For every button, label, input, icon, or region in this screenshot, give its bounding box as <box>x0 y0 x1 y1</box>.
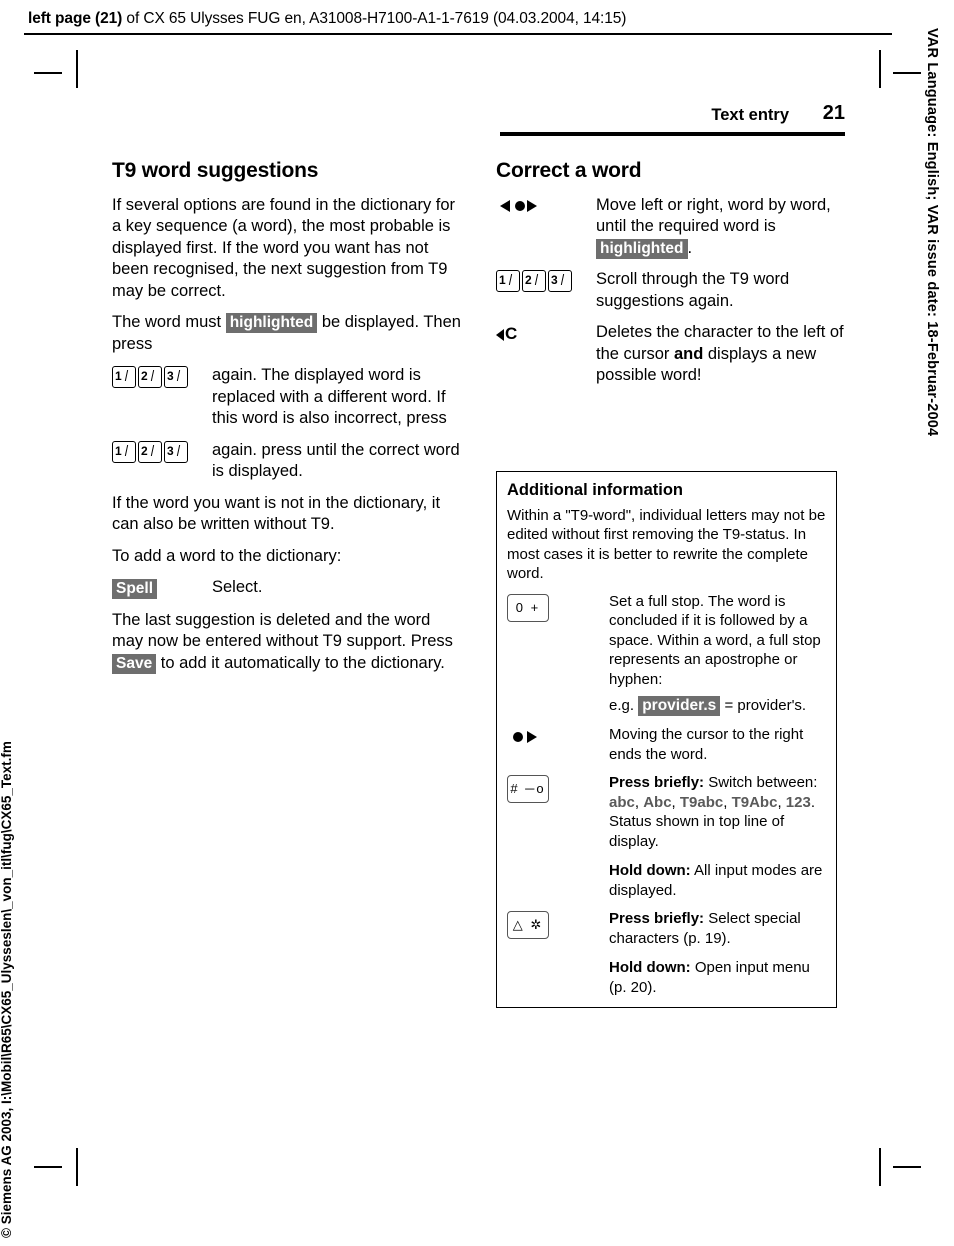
rocker-left-right-icon <box>496 195 596 218</box>
infobox-title: Additional information <box>507 481 683 499</box>
left-key-row-1: 123 again. The displayed word is replace… <box>112 365 462 430</box>
chapter-title: Text entry <box>711 106 789 124</box>
crop-mark-bottom-left-h <box>34 1166 62 1168</box>
keys-123-icon: 123 <box>496 269 596 292</box>
right-key-row-3: C Deletes the character to the left of t… <box>496 322 846 387</box>
infobox-row4-text: Press briefly: Select special characters… <box>609 909 826 997</box>
left-key-row-1-text: again. The displayed word is replaced wi… <box>212 366 447 427</box>
right-key-row-3-text: Deletes the character to the left of the… <box>596 322 846 387</box>
left-key-row-2-text: again. press until the correct word is d… <box>212 440 460 481</box>
example-prefix: e.g. <box>609 697 639 714</box>
crop-mark-bottom-right <box>879 1148 881 1186</box>
header-rule <box>24 33 892 35</box>
right-row1-text-a: Move left or right, word by word, until … <box>596 195 831 236</box>
infobox-row-zero-text: Set a full stop. The word is concluded i… <box>609 592 826 716</box>
infobox-row1-text: Set a full stop. The word is concluded i… <box>609 592 821 688</box>
left-paragraph-3: If the word you want is not in the dicti… <box>112 493 441 534</box>
infobox-row4-p1: Press briefly: Select special characters… <box>609 909 826 948</box>
spell-softkey: Spell <box>112 577 212 600</box>
infobox-row2-text: Moving the cursor to the right ends the … <box>609 726 804 763</box>
left-column: T9 word suggestions If several options a… <box>112 160 462 674</box>
spell-row: Spell Select. <box>112 577 462 600</box>
star-key-glyph: △ ✲ <box>512 917 544 933</box>
hold-down-label: Hold down: <box>609 959 691 976</box>
star-key-icon: △ ✲ <box>507 909 609 945</box>
left-p5-text-b: to add it automatically to the dictionar… <box>156 653 445 672</box>
left-key-row-2: 123 again. press until the correct word … <box>112 440 462 483</box>
hold-down-label: Hold down: <box>609 862 691 879</box>
left-p2-text-a: The word must <box>112 313 226 331</box>
left-paragraph-4: To add a word to the dictionary: <box>112 546 342 565</box>
additional-information-box: Additional information Within a "T9-word… <box>496 471 837 1008</box>
zero-key-icon: 0 + <box>507 592 609 628</box>
hash-key-glyph: # ─o <box>510 781 546 797</box>
press-briefly-label: Press briefly: <box>609 910 705 927</box>
left-paragraph-1: If several options are found in the dict… <box>112 195 456 300</box>
crop-mark-top-left <box>76 50 78 88</box>
crop-mark-bottom-left <box>76 1148 78 1186</box>
document-header: left page (21) of CX 65 Ulysses FUG en, … <box>28 10 888 28</box>
crop-mark-bottom-right-h <box>893 1166 921 1168</box>
right-column: Correct a word Move left or right, word … <box>496 160 846 397</box>
infobox-row-zero-key: 0 + Set a full stop. The word is conclud… <box>507 592 826 716</box>
left-section-heading: T9 word suggestions <box>112 159 319 182</box>
keys-123-icon: 123 <box>112 440 212 463</box>
hash-key-icon: # ─o <box>507 773 609 809</box>
infobox-row-hash-key: # ─o Press briefly: Switch between: abc,… <box>507 773 826 900</box>
left-paragraph-2: The word must highlighted be displayed. … <box>112 312 462 355</box>
page-number: 21 <box>822 102 845 124</box>
mode-abc: abc <box>609 793 635 811</box>
zero-key-glyph: 0 + <box>515 599 541 615</box>
infobox-row-right-rocker: Moving the cursor to the right ends the … <box>507 725 826 764</box>
highlighted-label: highlighted <box>596 238 688 259</box>
right-key-row-2-text: Scroll through the T9 word suggestions a… <box>596 270 790 310</box>
title-rule <box>500 132 845 136</box>
left-p5-text-a: The last suggestion is deleted and the w… <box>112 610 453 651</box>
keys-123-icon: 123 <box>112 365 212 388</box>
side-note-left-text: © Siemens AG 2003, I:\Mobil\R65\CX65_Uly… <box>0 741 14 1238</box>
right-key-row-1: Move left or right, word by word, until … <box>496 195 846 260</box>
header-page-label: left page (21) <box>28 10 123 27</box>
right-section-heading: Correct a word <box>496 159 642 182</box>
clear-key-icon: C <box>496 322 596 345</box>
right-row3-bold: and <box>673 344 704 363</box>
example-suffix: = provider's. <box>720 697 807 714</box>
crop-mark-top-right <box>879 50 881 88</box>
right-key-row-2: 123 Scroll through the T9 word suggestio… <box>496 269 846 312</box>
rocker-right-icon <box>507 725 609 747</box>
mode-123: 123 <box>785 793 811 811</box>
highlighted-label: highlighted <box>225 313 318 333</box>
spell-row-text: Select. <box>212 578 263 596</box>
side-note-right-text: VAR Language: English; VAR issue date: 1… <box>924 28 940 437</box>
left-paragraph-5: The last suggestion is deleted and the w… <box>112 610 462 675</box>
row3-text-1: Switch between: <box>704 774 818 791</box>
infobox-row4-p2: Hold down: Open input menu (p. 20). <box>609 958 826 997</box>
side-note-right: VAR Language: English; VAR issue date: 1… <box>920 28 946 528</box>
infobox-row3-p1: Press briefly: Switch between: abc, Abc,… <box>609 774 818 850</box>
save-label: Save <box>112 653 157 674</box>
header-doc-info: of CX 65 Ulysses FUG en, A31008-H7100-A1… <box>122 10 627 27</box>
page-title: Text entry 21 <box>500 102 845 125</box>
infobox-row-star-key: △ ✲ Press briefly: Select special charac… <box>507 909 826 997</box>
crop-mark-top-left-h <box>34 72 62 74</box>
mode-T9abc: T9abc <box>679 793 724 811</box>
infobox-row3-p2: Hold down: All input modes are displayed… <box>609 861 826 900</box>
mode-Abc: Abc <box>643 793 672 811</box>
right-key-row-1-text: Move left or right, word by word, until … <box>596 195 846 260</box>
provider-s-label: provider.s <box>638 696 721 716</box>
side-note-left: © Siemens AG 2003, I:\Mobil\R65\CX65_Uly… <box>0 538 32 1238</box>
infobox-row1-example: e.g. provider.s = provider's. <box>609 696 826 716</box>
infobox-intro: Within a "T9-word", individual letters m… <box>507 506 826 583</box>
crop-mark-top-right-h <box>893 72 921 74</box>
spell-label: Spell <box>112 579 158 599</box>
press-briefly-label: Press briefly: <box>609 774 705 791</box>
infobox-row3-text: Press briefly: Switch between: abc, Abc,… <box>609 773 826 900</box>
right-row1-text-b: . <box>687 238 693 257</box>
mode-T9Abc: T9Abc <box>731 793 778 811</box>
